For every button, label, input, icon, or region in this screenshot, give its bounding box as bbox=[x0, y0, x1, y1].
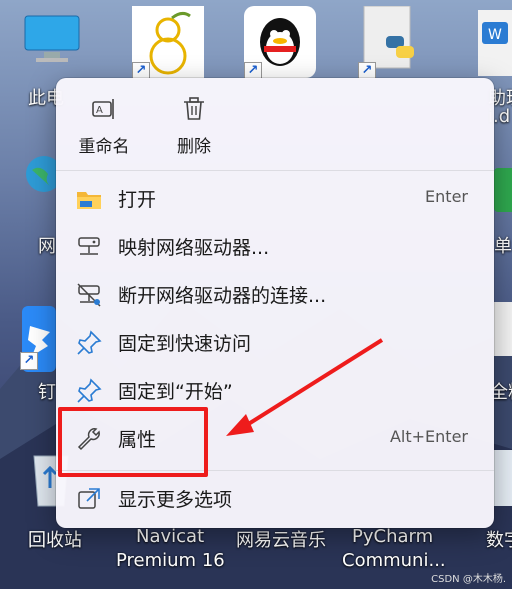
shortcut-arrow-icon: ↗ bbox=[20, 352, 38, 370]
desktop-icon-label: 网 bbox=[38, 236, 56, 257]
menu-item-show-more-options[interactable]: 显示更多选项 bbox=[64, 476, 486, 520]
word-doc-icon[interactable]: W bbox=[478, 10, 512, 76]
menu-item-label: 打开 bbox=[118, 189, 157, 211]
delete-button[interactable]: 删除 bbox=[154, 88, 234, 158]
disconnect-network-drive-icon bbox=[77, 283, 101, 307]
delete-label: 删除 bbox=[177, 137, 211, 157]
desktop-icon-label: 单 bbox=[494, 236, 512, 257]
app-icon[interactable] bbox=[494, 450, 512, 506]
desktop-icon-label: PyCharm bbox=[352, 526, 434, 547]
menu-item-label: 断开网络驱动器的连接... bbox=[118, 285, 327, 307]
more-options-icon bbox=[78, 488, 100, 509]
svg-text:A: A bbox=[96, 105, 103, 116]
trash-icon bbox=[184, 97, 204, 120]
green-app-icon[interactable] bbox=[494, 168, 512, 212]
desktop-icon-label: Navicat bbox=[136, 526, 205, 547]
svg-text:W: W bbox=[488, 27, 502, 43]
this-pc-icon[interactable] bbox=[22, 10, 82, 66]
map-network-drive-icon bbox=[78, 237, 100, 255]
folder-icon bbox=[77, 192, 101, 209]
menu-item-shortcut: Enter bbox=[425, 187, 468, 206]
rename-button[interactable]: A 重命名 bbox=[64, 88, 144, 158]
pin-icon bbox=[77, 378, 102, 403]
rename-icon: A bbox=[92, 99, 114, 119]
menu-item-label: 固定到快速访问 bbox=[118, 333, 252, 355]
menu-separator bbox=[56, 170, 494, 171]
desktop-icon-label: Premium 16 bbox=[116, 550, 225, 571]
desktop-icon-label: Communi... bbox=[342, 550, 446, 571]
menu-item-shortcut: Alt+Enter bbox=[389, 427, 468, 446]
globe-icon[interactable] bbox=[22, 152, 62, 212]
menu-item-label: 映射网络驱动器... bbox=[118, 237, 270, 259]
menu-item-map-network-drive[interactable]: 映射网络驱动器... bbox=[64, 224, 486, 268]
menu-item-label: 固定到“开始” bbox=[118, 381, 233, 403]
menu-item-pin-start[interactable]: 固定到“开始” bbox=[64, 368, 486, 412]
desktop-icon-label: 回收站 bbox=[28, 530, 82, 551]
annotation-highlight-box bbox=[58, 407, 208, 477]
desktop-icon-label: 数字 bbox=[486, 530, 512, 551]
rename-label: 重命名 bbox=[78, 137, 130, 157]
watermark: CSDN @木木杨. bbox=[431, 574, 506, 585]
desktop-icon-label: 钉 bbox=[38, 382, 56, 403]
doc-icon[interactable] bbox=[494, 302, 512, 356]
menu-item-pin-quick-access[interactable]: 固定到快速访问 bbox=[64, 320, 486, 364]
desktop-icon-label: 网易云音乐 bbox=[236, 530, 326, 551]
menu-item-label: 显示更多选项 bbox=[118, 489, 233, 511]
quick-actions-row: A 重命名 删除 bbox=[56, 78, 494, 166]
pin-icon bbox=[77, 330, 102, 355]
menu-item-open[interactable]: 打开 Enter bbox=[64, 176, 486, 220]
menu-item-disconnect-network-drive[interactable]: 断开网络驱动器的连接... bbox=[64, 272, 486, 316]
